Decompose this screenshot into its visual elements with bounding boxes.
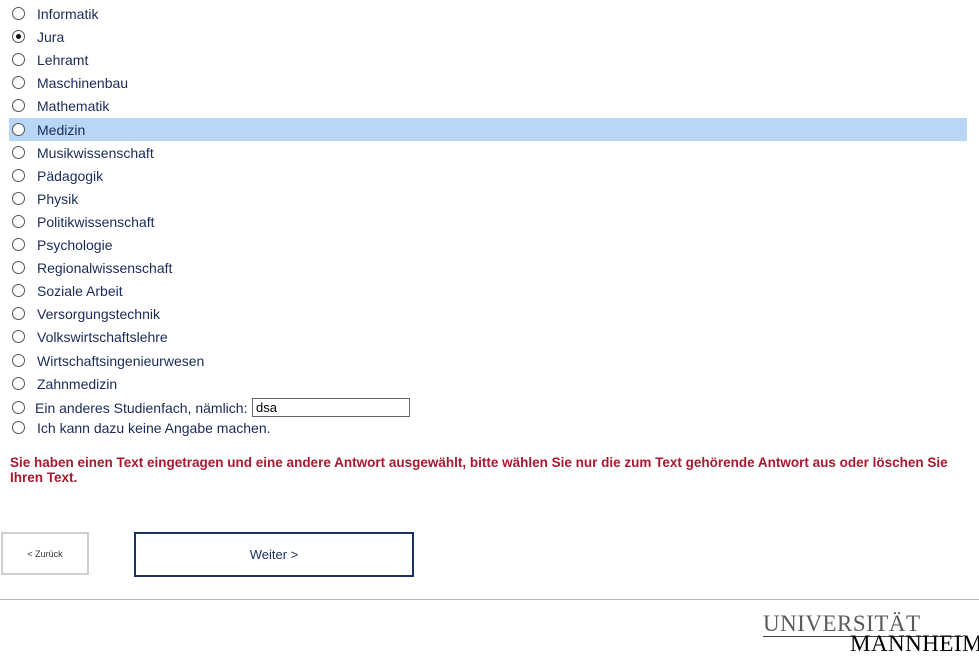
option-label: Musikwissenschaft: [37, 144, 154, 161]
option-psychologie[interactable]: Psychologie: [9, 233, 967, 256]
radio-regionalwissenschaft[interactable]: [12, 260, 25, 274]
option-jura[interactable]: Jura: [9, 25, 967, 48]
option-versorgungstechnik[interactable]: Versorgungstechnik: [9, 302, 967, 325]
option-label: Wirtschaftsingenieurwesen: [37, 352, 205, 369]
back-button[interactable]: < Zurück: [1, 532, 89, 575]
option-label: Medizin: [37, 121, 86, 138]
option-label: Jura: [37, 28, 65, 45]
option-soziale-arbeit[interactable]: Soziale Arbeit: [9, 279, 967, 302]
footer-divider: [0, 599, 979, 600]
option-label: Politikwissenschaft: [37, 213, 155, 230]
option-label: Pädagogik: [37, 167, 104, 184]
option-label: Mathematik: [37, 97, 110, 114]
option-label: Informatik: [37, 5, 99, 22]
radio-jura[interactable]: [12, 29, 25, 43]
radio-other[interactable]: [12, 400, 25, 414]
option-label: Volkswirtschaftslehre: [37, 328, 168, 345]
radio-versorgungstechnik[interactable]: [12, 306, 25, 320]
radio-mathematik[interactable]: [12, 98, 25, 112]
option-zahnmedizin[interactable]: Zahnmedizin: [9, 372, 967, 395]
option-label: Ein anderes Studienfach, nämlich:: [35, 399, 248, 416]
option-label: Ich kann dazu keine Angabe machen.: [37, 419, 271, 436]
next-button[interactable]: Weiter >: [134, 532, 414, 577]
option-mathematik[interactable]: Mathematik: [9, 94, 967, 117]
logo-line-mannheim: MANNHEIM: [850, 631, 979, 656]
option-label: Psychologie: [37, 236, 113, 253]
radio-lehramt[interactable]: [12, 52, 25, 66]
option-no-answer[interactable]: Ich kann dazu keine Angabe machen.: [9, 416, 967, 439]
option-regionalwissenschaft[interactable]: Regionalwissenschaft: [9, 256, 967, 279]
option-informatik[interactable]: Informatik: [9, 2, 967, 25]
option-label: Versorgungstechnik: [37, 305, 160, 322]
option-label: Regionalwissenschaft: [37, 259, 173, 276]
option-paedagogik[interactable]: Pädagogik: [9, 164, 967, 187]
option-label: Maschinenbau: [37, 74, 129, 91]
error-message: Sie haben einen Text eingetragen und ein…: [10, 455, 948, 485]
radio-medizin[interactable]: [12, 122, 25, 136]
option-label: Lehramt: [37, 51, 89, 68]
university-logo: UNIVERSITÄT MANNHEIM: [760, 611, 979, 656]
radio-politikwissenschaft[interactable]: [12, 214, 25, 228]
radio-soziale-arbeit[interactable]: [12, 283, 25, 297]
radio-zahnmedizin[interactable]: [12, 376, 25, 390]
other-field-input[interactable]: [252, 398, 410, 417]
option-label: Physik: [37, 190, 79, 207]
option-volkswirtschaftslehre[interactable]: Volkswirtschaftslehre: [9, 325, 967, 348]
option-label: Soziale Arbeit: [37, 282, 123, 299]
option-politikwissenschaft[interactable]: Politikwissenschaft: [9, 210, 967, 233]
radio-musikwissenschaft[interactable]: [12, 145, 25, 159]
option-wirtschaftsingenieurwesen[interactable]: Wirtschaftsingenieurwesen: [9, 349, 967, 372]
option-physik[interactable]: Physik: [9, 187, 967, 210]
radio-volkswirtschaftslehre[interactable]: [12, 329, 25, 343]
radio-informatik[interactable]: [12, 6, 25, 20]
option-label: Zahnmedizin: [37, 375, 118, 392]
radio-maschinenbau[interactable]: [12, 75, 25, 89]
option-lehramt[interactable]: Lehramt: [9, 48, 967, 71]
radio-psychologie[interactable]: [12, 237, 25, 251]
option-musikwissenschaft[interactable]: Musikwissenschaft: [9, 141, 967, 164]
option-maschinenbau[interactable]: Maschinenbau: [9, 71, 967, 94]
radio-paedagogik[interactable]: [12, 168, 25, 182]
radio-no-answer[interactable]: [12, 420, 25, 434]
option-medizin[interactable]: Medizin: [9, 118, 967, 141]
radio-physik[interactable]: [12, 191, 25, 205]
radio-wirtschaftsingenieurwesen[interactable]: [12, 353, 25, 367]
